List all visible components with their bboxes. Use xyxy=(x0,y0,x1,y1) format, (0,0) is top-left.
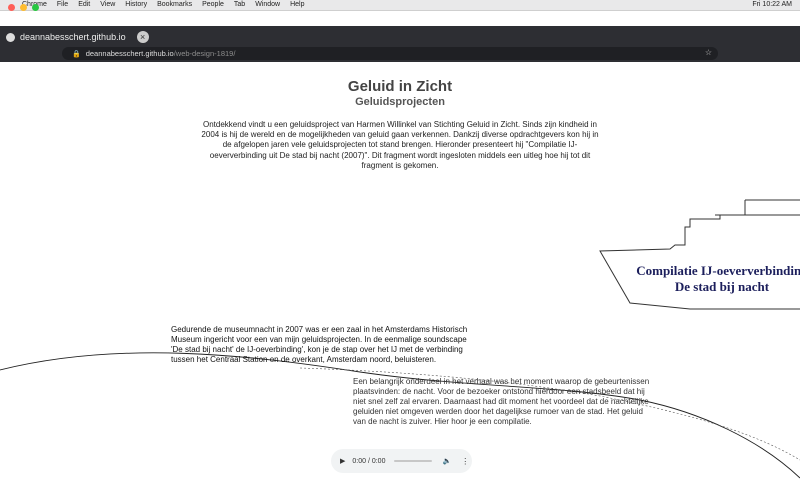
close-tab-icon[interactable]: × xyxy=(136,31,149,43)
close-window-button[interactable] xyxy=(8,4,15,11)
menu-item[interactable]: Tab xyxy=(234,0,245,10)
audio-player: ▶ 0:00 / 0:00 🔈 ⋮ xyxy=(331,449,472,473)
url-domain: deannabesschert.github.io xyxy=(85,49,174,58)
address-bar[interactable]: 🔒 deannabesschert.github.io /web-design-… xyxy=(62,47,718,60)
menu-item[interactable]: Bookmarks xyxy=(157,0,192,10)
story-paragraph-1: Gedurende de museumnacht in 2007 was er … xyxy=(171,325,468,364)
play-icon[interactable]: ▶ xyxy=(340,457,345,465)
volume-icon[interactable]: 🔈 xyxy=(442,457,451,465)
menubar-clock[interactable]: Fri 10:22 AM xyxy=(752,0,792,10)
ship-caption-line2: De stad bij nacht xyxy=(674,279,770,294)
more-options-icon[interactable]: ⋮ xyxy=(461,457,469,466)
menubar: Chrome File Edit View History Bookmarks … xyxy=(0,0,800,11)
menu-item[interactable]: People xyxy=(202,0,224,10)
minimize-window-button[interactable] xyxy=(20,4,27,11)
menu-item[interactable]: File xyxy=(57,0,68,10)
menu-item[interactable]: History xyxy=(125,0,147,10)
menu-item[interactable]: Help xyxy=(290,0,304,10)
bookmark-star-icon[interactable]: ☆ xyxy=(705,48,712,57)
ship-caption-line1: Compilatie IJ-oeververbinding xyxy=(636,263,800,278)
audio-progress-bar[interactable] xyxy=(394,460,433,462)
page-subtitle: Geluidsprojecten xyxy=(355,96,445,108)
menu-item[interactable]: View xyxy=(100,0,115,10)
menu-item[interactable]: Window xyxy=(255,0,280,10)
lock-icon: 🔒 xyxy=(72,50,81,58)
menu-item[interactable]: Edit xyxy=(78,0,90,10)
url-path: /web-design-1819/ xyxy=(173,49,236,58)
intro-paragraph: Ontdekkend vindt u een geluidsproject va… xyxy=(201,120,599,170)
page-title: Geluid in Zicht xyxy=(347,78,453,95)
menu-list: Chrome File Edit View History Bookmarks … xyxy=(22,0,305,10)
maximize-window-button[interactable] xyxy=(32,4,39,11)
window-controls xyxy=(8,4,39,11)
ship-caption: Compilatie IJ-oeververbinding De stad bi… xyxy=(622,263,800,295)
audio-time: 0:00 / 0:00 xyxy=(352,457,386,465)
story-paragraph-2: Een belangrijk onderdeel in het verhaal … xyxy=(353,377,650,426)
tab-title: deannabesschert.github.io xyxy=(20,32,126,42)
browser-tab[interactable]: deannabesschert.github.io × xyxy=(6,30,149,44)
favicon-icon xyxy=(6,32,15,42)
